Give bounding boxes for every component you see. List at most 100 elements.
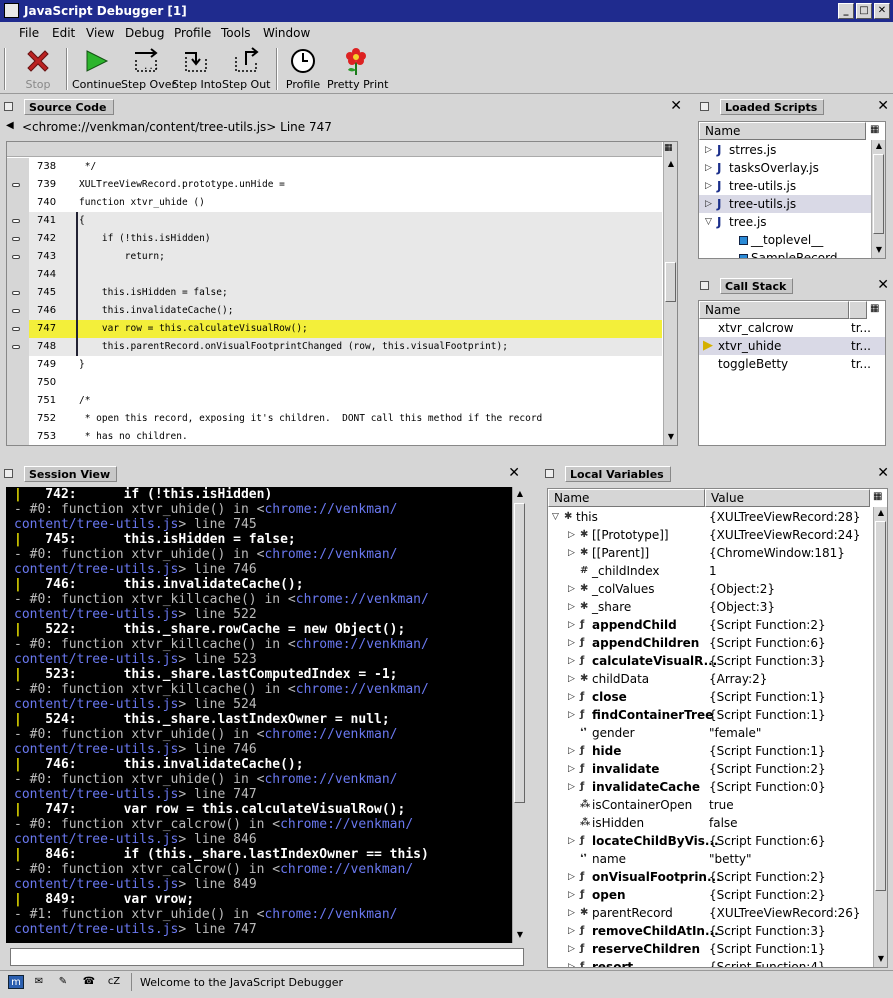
minimize-button[interactable]: _ (838, 3, 854, 19)
script-row[interactable]: ▽ Jtree.js (699, 213, 871, 231)
stack-frame-row[interactable]: ▶ xtvr_uhide tr... (699, 337, 885, 355)
source-link[interactable]: content/tree-utils.js (14, 787, 178, 802)
session-scrollbar[interactable]: ▲ ▼ (512, 487, 526, 943)
variable-row[interactable]: ▷ ƒ reserveChildren {Script Function:1} (548, 940, 872, 958)
chatzilla-icon[interactable]: cZ (106, 975, 122, 989)
menu-edit[interactable]: Edit (52, 26, 75, 40)
source-link[interactable]: content/tree-utils.js (14, 922, 178, 937)
breakpoint-marker-icon[interactable] (12, 291, 20, 295)
source-link[interactable]: chrome://venkman/ (280, 862, 413, 877)
source-line[interactable]: 746 this.invalidateCache(); (7, 302, 662, 320)
variable-row[interactable]: ▷ ✱ childData {Array:2} (548, 670, 872, 688)
breakpoint-gutter[interactable] (7, 338, 29, 356)
pretty-print-button[interactable]: Pretty Print (327, 46, 388, 92)
source-link[interactable]: chrome://venkman/ (264, 547, 397, 562)
variable-row[interactable]: ▷ ✱ _share {Object:3} (548, 598, 872, 616)
script-row[interactable]: SampleRecord (699, 249, 871, 258)
script-row[interactable]: ▷ JtasksOverlay.js (699, 159, 871, 177)
twisty-closed-icon[interactable]: ▷ (568, 778, 577, 796)
maximize-button[interactable]: □ (856, 3, 872, 19)
variable-row[interactable]: ▷ ƒ close {Script Function:1} (548, 688, 872, 706)
source-link[interactable]: chrome://venkman/ (280, 817, 413, 832)
menu-profile[interactable]: Profile (174, 26, 211, 40)
breakpoint-gutter[interactable] (7, 266, 29, 284)
scroll-down-icon[interactable]: ▼ (514, 929, 526, 941)
call-stack-tree[interactable]: Name ▦ xtvr_calcrow tr... ▶ xtvr_uhide tr...… (698, 300, 886, 446)
source-link[interactable]: chrome://venkman/ (296, 637, 429, 652)
stop-button[interactable]: Stop (16, 46, 60, 92)
menu-debug[interactable]: Debug (125, 26, 164, 40)
breakpoint-gutter[interactable] (7, 374, 29, 392)
source-link[interactable]: chrome://venkman/ (296, 682, 429, 697)
twisty-closed-icon[interactable]: ▷ (705, 159, 714, 177)
twisty-closed-icon[interactable]: ▷ (568, 616, 577, 634)
scroll-thumb[interactable] (514, 503, 525, 803)
breakpoint-gutter[interactable] (7, 428, 29, 445)
column-picker-icon[interactable]: ▦ (870, 124, 879, 135)
close-panel-icon[interactable]: ✕ (670, 98, 682, 114)
variable-row[interactable]: ▷ ƒ invalidate {Script Function:2} (548, 760, 872, 778)
session-input[interactable] (10, 948, 524, 966)
source-line[interactable]: 750 (7, 374, 662, 392)
variable-row[interactable]: ▷ ✱ [[Prototype]] {XULTreeViewRecord:24} (548, 526, 872, 544)
close-panel-icon[interactable]: ✕ (877, 277, 889, 293)
twisty-closed-icon[interactable]: ▷ (705, 195, 714, 213)
mail-icon[interactable]: ✉ (31, 975, 47, 989)
source-line[interactable]: 739 XULTreeViewRecord.prototype.unHide = (7, 176, 662, 194)
variable-row[interactable]: ▽ ✱ this {XULTreeViewRecord:28} (548, 508, 872, 526)
column-picker-icon[interactable]: ▦ (664, 143, 673, 153)
name-column-header[interactable]: Name (699, 122, 866, 140)
source-code-view[interactable]: 738 */ 739 XULTreeViewRecord.prototype.unH… (6, 141, 678, 446)
variable-row[interactable]: ▷ ƒ open {Script Function:2} (548, 886, 872, 904)
variable-row[interactable]: ▷ ✱ _colValues {Object:2} (548, 580, 872, 598)
variable-row[interactable]: ▷ ƒ removeChildAtIn... {Script Function:3} (548, 922, 872, 940)
source-line[interactable]: 753 * has no children. (7, 428, 662, 445)
variable-row[interactable]: ▷ ƒ resort {Script Function:4} (548, 958, 872, 967)
twisty-closed-icon[interactable]: ▷ (568, 958, 577, 967)
twisty-closed-icon[interactable]: ▷ (568, 670, 577, 688)
breakpoint-gutter[interactable] (7, 158, 29, 176)
name-column-header[interactable]: Name (548, 489, 705, 507)
breakpoint-marker-icon[interactable] (12, 219, 20, 223)
source-link[interactable]: chrome://venkman/ (296, 592, 429, 607)
source-link[interactable]: content/tree-utils.js (14, 877, 178, 892)
step-over-button[interactable]: ... Step Over (121, 46, 176, 92)
variable-row[interactable]: ⁂ isContainerOpen true (548, 796, 872, 814)
panel-grip-icon[interactable] (4, 469, 13, 478)
file-column-header[interactable] (849, 301, 867, 319)
stack-frame-row[interactable]: toggleBetty tr... (699, 355, 885, 373)
script-row[interactable]: ▷ Jstrres.js (699, 141, 871, 159)
source-link[interactable]: chrome://venkman/ (264, 907, 397, 922)
source-line[interactable]: 749} (7, 356, 662, 374)
source-link[interactable]: chrome://venkman/ (264, 502, 397, 517)
breakpoint-gutter[interactable] (7, 356, 29, 374)
scroll-up-icon[interactable]: ▲ (875, 507, 887, 519)
source-line[interactable]: 742 if (!this.isHidden) (7, 230, 662, 248)
step-into-button[interactable]: Step Into (172, 46, 222, 92)
twisty-closed-icon[interactable]: ▷ (568, 868, 577, 886)
twisty-closed-icon[interactable]: ▷ (705, 177, 714, 195)
source-line[interactable]: 741 { (7, 212, 662, 230)
chevron-left-icon[interactable]: ◀ (6, 120, 14, 131)
stack-frame-row[interactable]: xtvr_calcrow tr... (699, 319, 885, 337)
twisty-closed-icon[interactable]: ▷ (568, 652, 577, 670)
twisty-closed-icon[interactable]: ▷ (568, 760, 577, 778)
close-panel-icon[interactable]: ✕ (877, 98, 889, 114)
breakpoint-gutter[interactable] (7, 320, 29, 338)
source-link[interactable]: content/tree-utils.js (14, 607, 178, 622)
locals-scrollbar[interactable]: ▲ ▼ (873, 507, 887, 967)
addressbook-icon[interactable]: ☎ (81, 975, 97, 989)
twisty-closed-icon[interactable]: ▷ (568, 886, 577, 904)
variable-row[interactable]: ▷ ✱ [[Parent]] {ChromeWindow:181} (548, 544, 872, 562)
breakpoint-gutter[interactable] (7, 284, 29, 302)
scroll-up-icon[interactable]: ▲ (873, 140, 885, 152)
variable-row[interactable]: ▷ ƒ appendChildren {Script Function:6} (548, 634, 872, 652)
menu-window[interactable]: Window (263, 26, 310, 40)
column-picker-icon[interactable]: ▦ (870, 303, 879, 314)
source-link[interactable]: content/tree-utils.js (14, 697, 178, 712)
variable-row[interactable]: ⁂ isHidden false (548, 814, 872, 832)
breakpoint-marker-icon[interactable] (12, 309, 20, 313)
source-line[interactable]: 738 */ (7, 158, 662, 176)
column-picker-icon[interactable]: ▦ (873, 491, 882, 502)
variable-row[interactable]: ▷ ƒ findContainerTree {Script Function:1} (548, 706, 872, 724)
